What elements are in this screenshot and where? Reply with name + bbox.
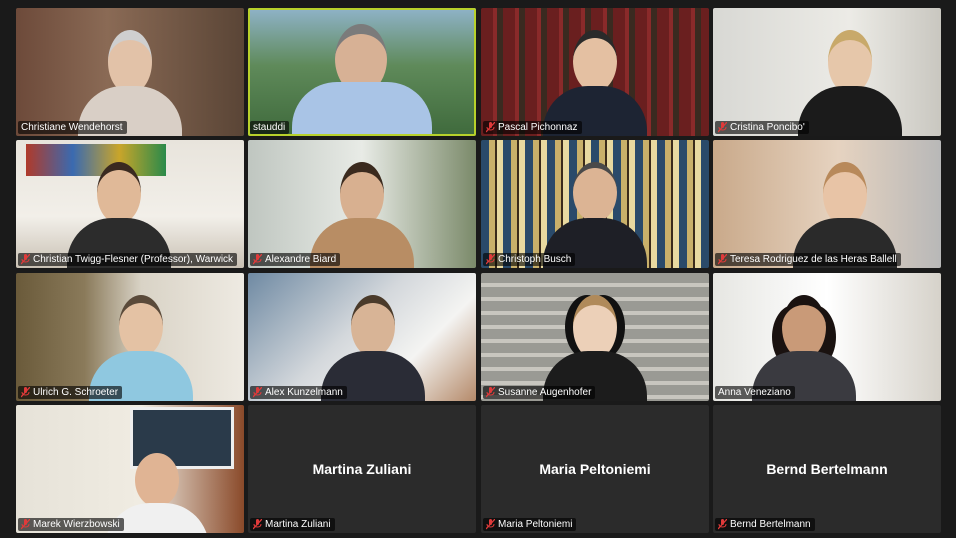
participant-video <box>535 156 655 268</box>
participant-name-label: Maria Peltoniemi <box>483 518 577 531</box>
participant-name-label: Susanne Augenhofer <box>483 386 596 399</box>
participant-video <box>790 24 910 136</box>
participant-name-label: Christian Twigg-Flesner (Professor), War… <box>18 253 238 266</box>
mic-muted-icon <box>253 254 262 265</box>
video-tile-camera-off[interactable]: Bernd Bertelmann Bernd Bertelmann <box>713 405 941 533</box>
video-tile[interactable]: Alexandre Biard <box>248 140 476 268</box>
mic-muted-icon <box>718 254 727 265</box>
participant-video <box>302 156 422 268</box>
participant-name-label: Ulrich G. Schroeter <box>18 386 123 399</box>
participant-name-label: Christoph Busch <box>483 253 576 266</box>
video-tile[interactable]: Christoph Busch <box>481 140 709 268</box>
video-tile[interactable]: Christian Twigg-Flesner (Professor), War… <box>16 140 244 268</box>
video-tile[interactable]: Pascal Pichonnaz <box>481 8 709 136</box>
participant-name-label: Alex Kunzelmann <box>250 386 347 399</box>
participant-name-label: Marek Wierzbowski <box>18 518 124 531</box>
video-tile[interactable]: Susanne Augenhofer <box>481 273 709 401</box>
mic-muted-icon <box>21 254 30 265</box>
video-tile-camera-off[interactable]: Martina Zuliani Martina Zuliani <box>248 405 476 533</box>
video-tile-camera-off[interactable]: Maria Peltoniemi Maria Peltoniemi <box>481 405 709 533</box>
participant-name-placeholder: Bernd Bertelmann <box>766 461 888 477</box>
mic-muted-icon <box>718 122 727 133</box>
participant-name-label: stauddi <box>250 121 290 134</box>
participant-video <box>287 18 437 136</box>
participant-video <box>744 289 864 401</box>
video-tile[interactable]: Marek Wierzbowski <box>16 405 244 533</box>
zoom-gallery-view: { "participants": [ {"name":"Christiane … <box>0 0 956 538</box>
participant-name-label: Martina Zuliani <box>250 518 335 531</box>
participant-video <box>59 156 179 268</box>
participant-name-placeholder: Martina Zuliani <box>312 461 412 477</box>
video-tile[interactable]: Alex Kunzelmann <box>248 273 476 401</box>
participant-name-label: Cristina Poncibo' <box>715 121 809 134</box>
mic-muted-icon <box>21 387 30 398</box>
video-tile[interactable]: Ulrich G. Schroeter <box>16 273 244 401</box>
participant-video <box>81 289 201 401</box>
mic-muted-icon <box>253 519 262 530</box>
mic-muted-icon <box>486 122 495 133</box>
mic-muted-icon <box>486 254 495 265</box>
mic-muted-icon <box>486 387 495 398</box>
video-tile[interactable]: Teresa Rodriguez de las Heras Ballell <box>713 140 941 268</box>
participant-name-label: Pascal Pichonnaz <box>483 121 582 134</box>
participant-name-label: Bernd Bertelmann <box>715 518 815 531</box>
participant-video <box>313 289 433 401</box>
video-tile[interactable]: Anna Veneziano <box>713 273 941 401</box>
mic-muted-icon <box>21 519 30 530</box>
participant-name-label: Teresa Rodriguez de las Heras Ballell <box>715 253 901 266</box>
participant-video <box>535 24 655 136</box>
participant-video <box>785 156 905 268</box>
mic-muted-icon <box>718 519 727 530</box>
mic-muted-icon <box>253 387 262 398</box>
video-tile[interactable]: Cristina Poncibo' <box>713 8 941 136</box>
participant-video <box>535 289 655 401</box>
video-tile-active-speaker[interactable]: stauddi <box>248 8 476 136</box>
participant-video <box>70 24 190 136</box>
participant-name-label: Christiane Wendehorst <box>18 121 127 134</box>
participant-name-label: Anna Veneziano <box>715 386 795 399</box>
mic-muted-icon <box>486 519 495 530</box>
participant-name-label: Alexandre Biard <box>250 253 341 266</box>
participant-name-placeholder: Maria Peltoniemi <box>539 461 651 477</box>
video-tile[interactable]: Christiane Wendehorst <box>16 8 244 136</box>
